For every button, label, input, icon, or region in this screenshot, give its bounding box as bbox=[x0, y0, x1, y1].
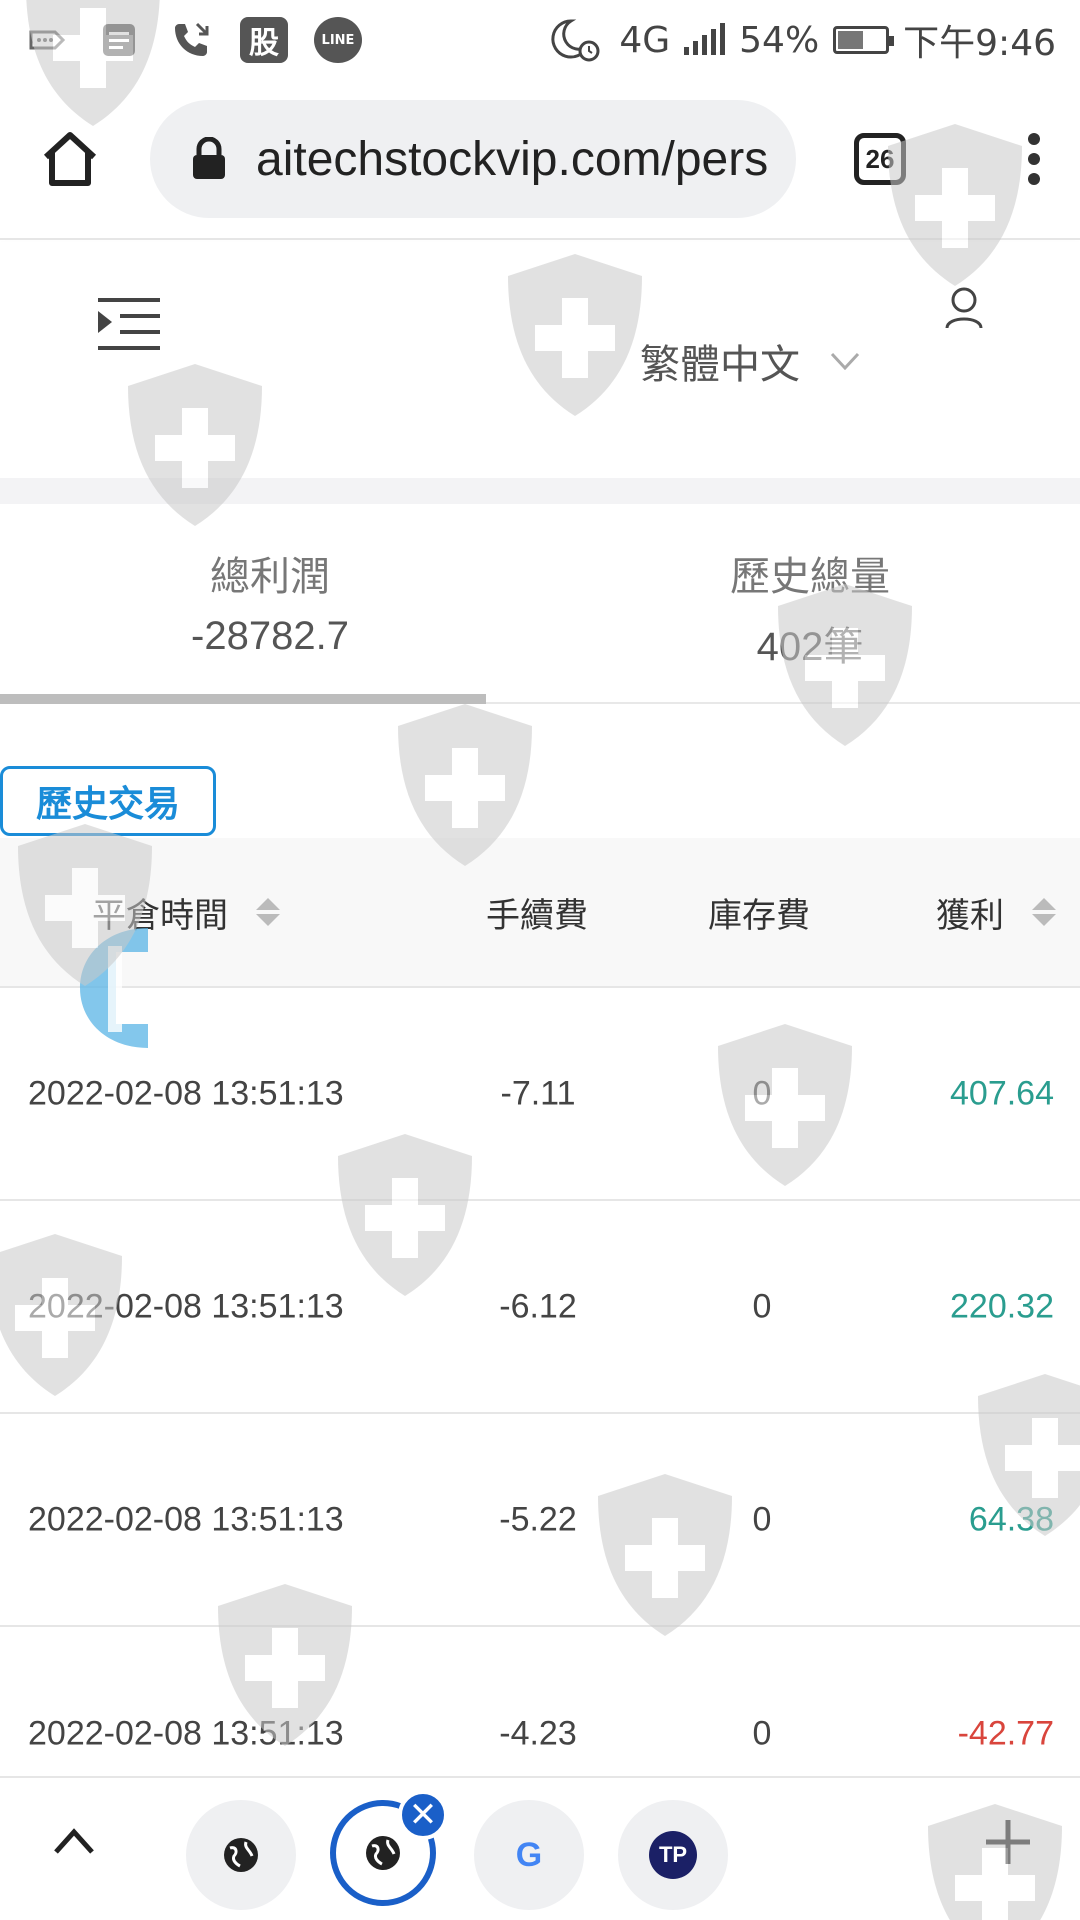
browser-toolbar: aitechstockvip.com/pers 26 bbox=[0, 80, 1080, 240]
close-time-cell: 2022-02-08 13:51:13 bbox=[28, 1074, 344, 1112]
storage-cell: 0 bbox=[752, 1287, 772, 1325]
fee-cell: -5.22 bbox=[499, 1500, 577, 1538]
storage-cell: 0 bbox=[752, 1074, 772, 1112]
dot-icon bbox=[1028, 133, 1040, 145]
history-volume-stat[interactable]: 歷史總量 402筆 bbox=[540, 504, 1080, 702]
signal-icon bbox=[684, 23, 726, 55]
fee-cell: -7.11 bbox=[500, 1074, 576, 1112]
url-text[interactable]: aitechstockvip.com/pers bbox=[256, 132, 768, 187]
tp-app-icon: TP bbox=[649, 1831, 697, 1879]
address-bar[interactable]: aitechstockvip.com/pers bbox=[150, 100, 796, 218]
column-storage: 庫存費 bbox=[708, 888, 810, 937]
profit-cell: 64.38 bbox=[968, 1500, 1054, 1538]
floating-handle-icon[interactable] bbox=[78, 924, 150, 1054]
globe-icon bbox=[366, 1836, 400, 1870]
table-header: 平倉時間 手續費 庫存費 獲利 bbox=[0, 838, 1080, 988]
dnd-alarm-icon bbox=[551, 19, 600, 62]
close-time-cell: 2022-02-08 13:51:13 bbox=[28, 1287, 344, 1325]
tab-google[interactable]: G bbox=[474, 1800, 584, 1910]
tab-switcher-button[interactable]: 26 bbox=[854, 133, 906, 185]
total-profit-value: -28782.7 bbox=[191, 614, 349, 658]
voicemail-icon bbox=[24, 17, 70, 63]
dot-icon bbox=[1028, 173, 1040, 185]
summary-stats: 總利潤 -28782.7 歷史總量 402筆 bbox=[0, 504, 1080, 704]
history-volume-value: 402筆 bbox=[756, 625, 864, 669]
tab-tp[interactable]: TP bbox=[618, 1800, 728, 1910]
browser-bottom-bar: ✕ G TP bbox=[0, 1776, 1080, 1920]
notes-icon bbox=[96, 17, 142, 63]
globe-icon bbox=[224, 1838, 258, 1872]
fee-cell: -4.23 bbox=[499, 1714, 577, 1752]
profit-cell: 220.32 bbox=[950, 1287, 1054, 1325]
chevron-down-icon bbox=[830, 352, 860, 370]
total-profit-stat[interactable]: 總利潤 -28782.7 bbox=[0, 504, 540, 702]
clock: 下午9:46 bbox=[903, 23, 1056, 64]
history-volume-label: 歷史總量 bbox=[730, 554, 890, 600]
status-bar: 股 LINE 4G 54% 下午9:46 bbox=[0, 0, 1080, 80]
google-icon: G bbox=[515, 1835, 543, 1874]
language-select[interactable]: 繁體中文 bbox=[640, 332, 860, 390]
column-storage-label: 庫存費 bbox=[708, 895, 810, 936]
menu-toggle-icon[interactable] bbox=[98, 298, 160, 350]
table-row: 2022-02-08 13:51:13 -6.12 0 220.32 bbox=[0, 1201, 1080, 1414]
sort-icon[interactable] bbox=[1032, 898, 1056, 926]
fee-cell: -6.12 bbox=[499, 1287, 577, 1325]
site-header: 繁體中文 bbox=[0, 242, 1080, 478]
tab-globe-1[interactable] bbox=[186, 1800, 296, 1910]
column-fee-label: 手續費 bbox=[486, 895, 588, 936]
battery-percent: 54% bbox=[739, 19, 820, 61]
column-profit[interactable]: 獲利 bbox=[936, 888, 1056, 937]
missed-call-icon bbox=[168, 17, 214, 63]
active-stat-indicator bbox=[0, 694, 486, 704]
column-profit-label: 獲利 bbox=[936, 895, 1004, 936]
history-table: 平倉時間 手續費 庫存費 獲利 2022-02-08 13:51:13 -7.1… bbox=[0, 838, 1080, 1840]
close-time-cell: 2022-02-08 13:51:13 bbox=[28, 1714, 344, 1752]
table-row: 2022-02-08 13:51:13 -7.11 0 407.64 bbox=[0, 988, 1080, 1201]
sort-icon[interactable] bbox=[256, 898, 280, 926]
battery-icon bbox=[833, 26, 895, 54]
close-time-cell: 2022-02-08 13:51:13 bbox=[28, 1500, 344, 1538]
history-trades-tab[interactable]: 歷史交易 bbox=[0, 766, 216, 836]
overflow-menu-button[interactable] bbox=[1026, 133, 1046, 185]
new-tab-icon[interactable] bbox=[984, 1818, 1032, 1866]
line-app-icon: LINE bbox=[314, 17, 362, 63]
header-divider bbox=[0, 478, 1080, 504]
stock-app-icon: 股 bbox=[240, 17, 288, 63]
total-profit-label: 總利潤 bbox=[210, 554, 330, 600]
home-icon bbox=[43, 132, 97, 186]
table-row: 2022-02-08 13:51:13 -5.22 0 64.38 bbox=[0, 1414, 1080, 1627]
profit-cell: 407.64 bbox=[950, 1074, 1054, 1112]
chevron-up-icon[interactable] bbox=[52, 1826, 96, 1856]
close-tab-button[interactable]: ✕ bbox=[398, 1790, 448, 1840]
profit-cell: -42.77 bbox=[957, 1714, 1054, 1752]
column-fee: 手續費 bbox=[486, 888, 588, 937]
dot-icon bbox=[1028, 153, 1040, 165]
storage-cell: 0 bbox=[752, 1714, 772, 1752]
home-button[interactable] bbox=[34, 123, 106, 195]
language-label: 繁體中文 bbox=[640, 342, 800, 388]
user-icon[interactable] bbox=[944, 286, 984, 330]
lock-icon bbox=[193, 137, 225, 179]
storage-cell: 0 bbox=[752, 1500, 772, 1538]
network-type: 4G bbox=[619, 19, 671, 61]
